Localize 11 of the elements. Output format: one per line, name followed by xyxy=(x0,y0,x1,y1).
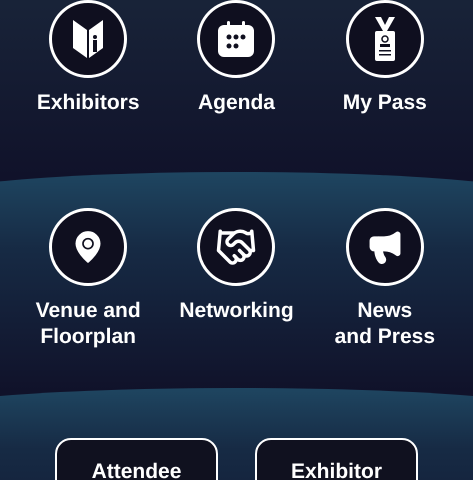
booth-icon xyxy=(73,20,104,58)
tile-label: News and Press xyxy=(334,298,436,350)
calendar-icon xyxy=(218,21,254,57)
tile-label: Venue and Floorplan xyxy=(34,298,142,350)
role-button[interactable]: Exhibitor xyxy=(255,438,418,480)
id-badge-icon xyxy=(372,17,397,61)
tile-label: My Pass xyxy=(342,90,428,116)
tile-label: Agenda xyxy=(196,90,276,116)
tile-label: Networking xyxy=(178,298,295,324)
role-button[interactable]: Attendee xyxy=(55,438,218,480)
tile-label: Exhibitors xyxy=(36,90,140,116)
